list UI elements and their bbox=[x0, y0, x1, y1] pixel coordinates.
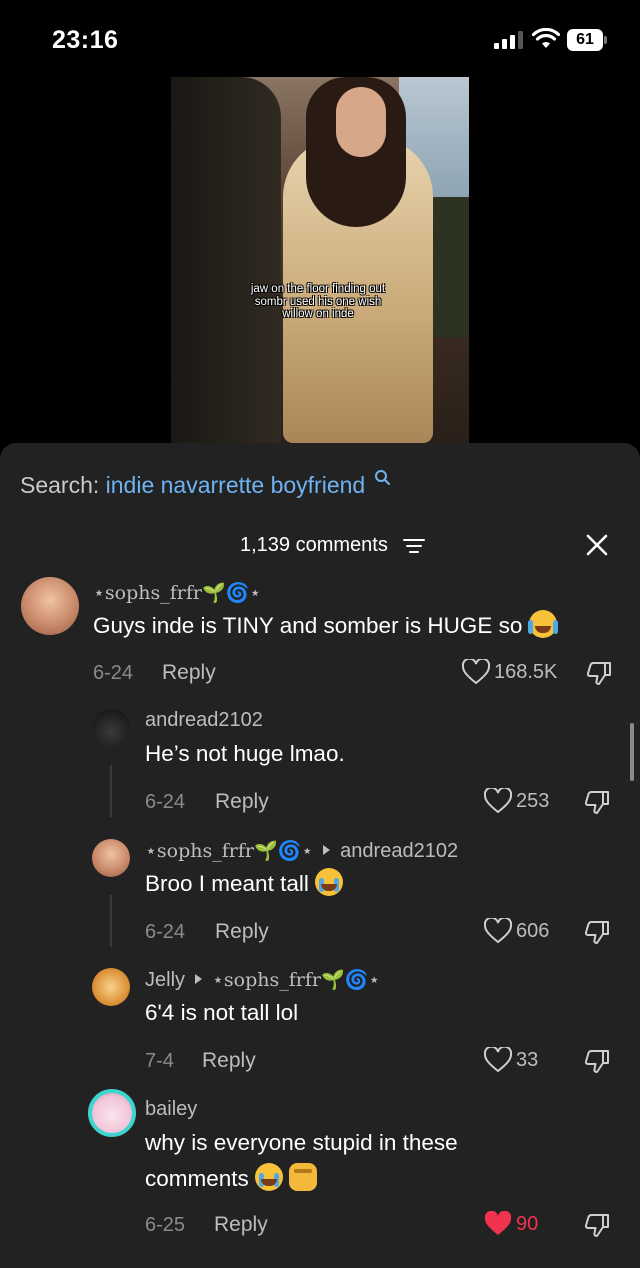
status-time: 23:16 bbox=[52, 26, 119, 54]
close-icon[interactable] bbox=[585, 533, 609, 557]
like-button[interactable]: 606 bbox=[483, 916, 550, 944]
search-term-link[interactable]: indie navarrette boyfriend bbox=[106, 472, 366, 498]
comment-date: 6-25 bbox=[145, 1214, 186, 1236]
scrollbar[interactable] bbox=[630, 723, 634, 781]
like-count: 90 bbox=[516, 1212, 539, 1235]
heart-icon bbox=[483, 1045, 513, 1073]
comment-count: 1,139 comments bbox=[240, 534, 388, 556]
comment-text: Guys inde is TINY and somber is HUGE so bbox=[93, 608, 613, 644]
like-button[interactable]: 168.5K bbox=[461, 657, 558, 685]
comment-text: why is everyone stupid in these comments bbox=[145, 1130, 458, 1191]
laughing-emoji-icon bbox=[527, 610, 558, 638]
avatar[interactable] bbox=[92, 839, 130, 877]
reply-arrow-icon bbox=[323, 845, 331, 855]
avatar[interactable] bbox=[92, 709, 130, 747]
video-caption: jaw on the floor finding out sombr used … bbox=[250, 283, 386, 320]
cellular-signal-icon bbox=[494, 31, 523, 49]
comment-date: 6-24 bbox=[145, 791, 186, 813]
dislike-icon[interactable] bbox=[584, 789, 610, 815]
dislike-icon[interactable] bbox=[584, 1212, 610, 1238]
reply-button[interactable]: Reply bbox=[202, 1049, 256, 1073]
dislike-icon[interactable] bbox=[586, 660, 612, 686]
heart-icon bbox=[483, 916, 513, 944]
reply-button[interactable]: Reply bbox=[215, 790, 269, 814]
reply-button[interactable]: Reply bbox=[214, 1213, 268, 1237]
reply-to-user[interactable]: ⋆sophs_frfr🌱🌀⋆ bbox=[212, 969, 380, 991]
heart-icon bbox=[483, 786, 513, 814]
like-button[interactable]: 90 bbox=[484, 1210, 539, 1237]
reply-item: bailey why is everyone stupid in these c… bbox=[0, 1089, 640, 1249]
comment-username[interactable]: ⋆sophs_frfr🌱🌀⋆ andread2102 bbox=[145, 839, 458, 863]
crying-emoji-icon bbox=[315, 868, 344, 896]
comment-username[interactable]: Jelly ⋆sophs_frfr🌱🌀⋆ bbox=[145, 968, 380, 992]
comment-text: He’s not huge lmao. bbox=[145, 741, 345, 766]
avatar[interactable] bbox=[88, 1089, 136, 1137]
reply-button[interactable]: Reply bbox=[215, 920, 269, 944]
reply-to-user[interactable]: andread2102 bbox=[340, 840, 458, 862]
reply-arrow-icon bbox=[195, 974, 203, 984]
comment-text: Broo I meant tall bbox=[145, 866, 344, 902]
comment-username[interactable]: bailey bbox=[145, 1098, 197, 1121]
comments-sheet: Search: indie navarrette boyfriend 1,139… bbox=[0, 443, 640, 1268]
crying-emoji-icon bbox=[255, 1163, 284, 1191]
like-button[interactable]: 253 bbox=[483, 786, 550, 814]
comment-username[interactable]: ⋆sophs_frfr🌱🌀⋆ bbox=[93, 581, 261, 605]
heart-filled-icon bbox=[484, 1210, 512, 1235]
reply-button[interactable]: Reply bbox=[162, 661, 216, 685]
like-count: 253 bbox=[516, 789, 550, 812]
like-count: 33 bbox=[516, 1048, 539, 1071]
battery-icon: 61 bbox=[567, 29, 607, 51]
comment-username[interactable]: andread2102 bbox=[145, 709, 263, 732]
raised-fist-emoji-icon bbox=[289, 1163, 318, 1191]
comment-text: 6'4 is not tall lol bbox=[145, 1000, 299, 1025]
reply-item: Jelly ⋆sophs_frfr🌱🌀⋆ 6'4 is not tall lol … bbox=[0, 965, 640, 1075]
avatar[interactable] bbox=[21, 577, 79, 635]
avatar[interactable] bbox=[92, 968, 130, 1006]
related-search[interactable]: Search: indie navarrette boyfriend bbox=[20, 469, 390, 499]
status-bar: 23:16 61 bbox=[0, 0, 640, 80]
comment-date: 7-4 bbox=[145, 1050, 174, 1072]
heart-icon bbox=[461, 657, 491, 685]
search-icon bbox=[374, 470, 390, 485]
dislike-icon[interactable] bbox=[584, 1048, 610, 1074]
dislike-icon[interactable] bbox=[584, 919, 610, 945]
comment-date: 6-24 bbox=[93, 662, 134, 684]
video-preview[interactable]: jaw on the floor finding out sombr used … bbox=[171, 77, 469, 443]
comment-item: ⋆sophs_frfr🌱🌀⋆ Guys inde is TINY and som… bbox=[0, 575, 640, 685]
comment-date: 6-24 bbox=[145, 921, 186, 943]
wifi-icon bbox=[532, 28, 560, 48]
like-button[interactable]: 33 bbox=[483, 1045, 539, 1073]
like-count: 168.5K bbox=[494, 660, 558, 683]
battery-level: 61 bbox=[567, 29, 603, 51]
reply-item: ⋆sophs_frfr🌱🌀⋆ andread2102 Broo I meant t… bbox=[0, 836, 640, 946]
comments-header: 1,139 comments bbox=[0, 533, 640, 561]
like-count: 606 bbox=[516, 919, 550, 942]
sort-filter-icon[interactable] bbox=[403, 537, 425, 555]
search-prefix: Search: bbox=[20, 472, 100, 498]
reply-item: andread2102 He’s not huge lmao. 6-24 Rep… bbox=[0, 706, 640, 816]
